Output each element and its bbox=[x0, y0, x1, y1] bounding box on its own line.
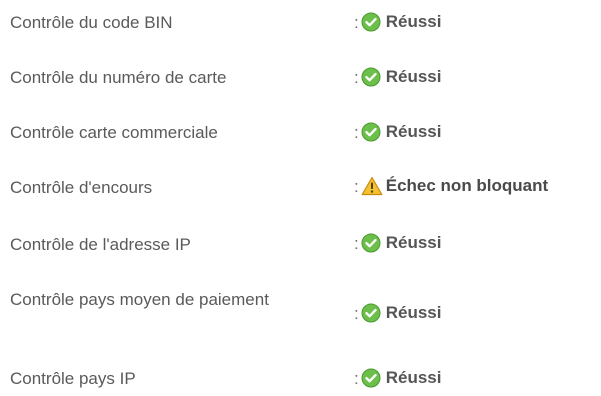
check-label: Contrôle d'encours bbox=[10, 178, 153, 197]
check-circle-icon bbox=[361, 67, 381, 87]
check-result: : Réussi bbox=[354, 303, 441, 323]
check-circle-icon bbox=[361, 303, 381, 323]
separator-colon: : bbox=[354, 123, 359, 142]
status-text: Réussi bbox=[385, 12, 442, 31]
check-result: : Réussi bbox=[354, 12, 441, 32]
check-label: Contrôle du code BIN bbox=[10, 13, 173, 32]
check-result: : Réussi bbox=[354, 67, 441, 87]
check-label: Contrôle pays moyen de paiement bbox=[10, 290, 269, 309]
status-text: Réussi bbox=[385, 122, 442, 141]
separator-colon: : bbox=[354, 177, 359, 196]
check-label: Contrôle de l'adresse IP bbox=[10, 235, 191, 254]
separator-colon: : bbox=[354, 68, 359, 87]
separator-colon: : bbox=[354, 304, 359, 323]
check-label: Contrôle pays IP bbox=[10, 369, 136, 388]
check-circle-icon bbox=[361, 233, 381, 253]
check-circle-icon bbox=[361, 368, 381, 388]
check-label: Contrôle carte commerciale bbox=[10, 123, 218, 142]
check-result: : Réussi bbox=[354, 233, 441, 253]
separator-colon: : bbox=[354, 13, 359, 32]
verification-checks-list: Contrôle du code BIN : Réussi Contrôle d… bbox=[0, 0, 601, 396]
separator-colon: : bbox=[354, 369, 359, 388]
status-text: Réussi bbox=[385, 303, 442, 322]
status-text: Réussi bbox=[385, 67, 442, 86]
check-label: Contrôle du numéro de carte bbox=[10, 68, 227, 87]
check-circle-icon bbox=[361, 12, 381, 32]
check-result: : Réussi bbox=[354, 122, 441, 142]
status-text: Échec non bloquant bbox=[385, 176, 549, 195]
check-circle-icon bbox=[361, 122, 381, 142]
status-text: Réussi bbox=[385, 368, 442, 387]
status-text: Réussi bbox=[385, 233, 442, 252]
separator-colon: : bbox=[354, 234, 359, 253]
check-result: : Échec non bloquant bbox=[354, 176, 548, 196]
warning-triangle-icon bbox=[361, 176, 383, 196]
check-result: : Réussi bbox=[354, 368, 441, 388]
